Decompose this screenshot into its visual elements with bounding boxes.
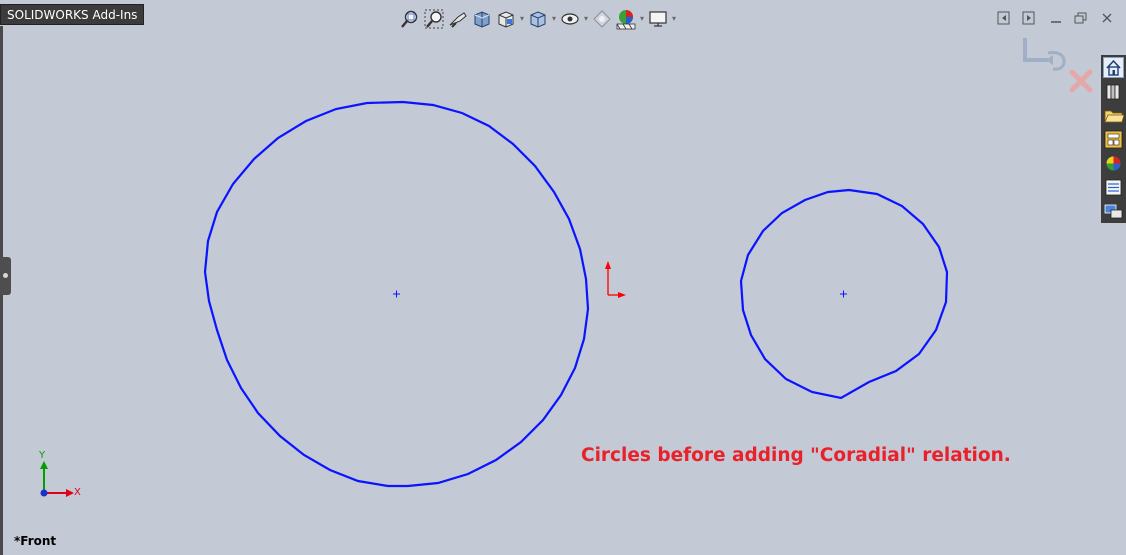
view-orientation-label: *Front <box>14 534 57 548</box>
small-circle-center-point[interactable] <box>840 290 847 298</box>
large-circle-center-point[interactable] <box>393 290 400 298</box>
triad-x-label: X <box>74 487 81 498</box>
sketch-canvas <box>40 100 949 497</box>
reference-triad-icon[interactable] <box>40 461 74 497</box>
graphics-area[interactable]: SOLIDWORKS Add-Ins ▾ ▾ ▾ ▾ ▾ Y X Circles… <box>0 0 1126 555</box>
triad-y-label: Y <box>39 450 46 461</box>
annotation-text: Circles before adding "Coradial" relatio… <box>581 445 1011 466</box>
sketch-origin-icon[interactable] <box>605 261 626 298</box>
